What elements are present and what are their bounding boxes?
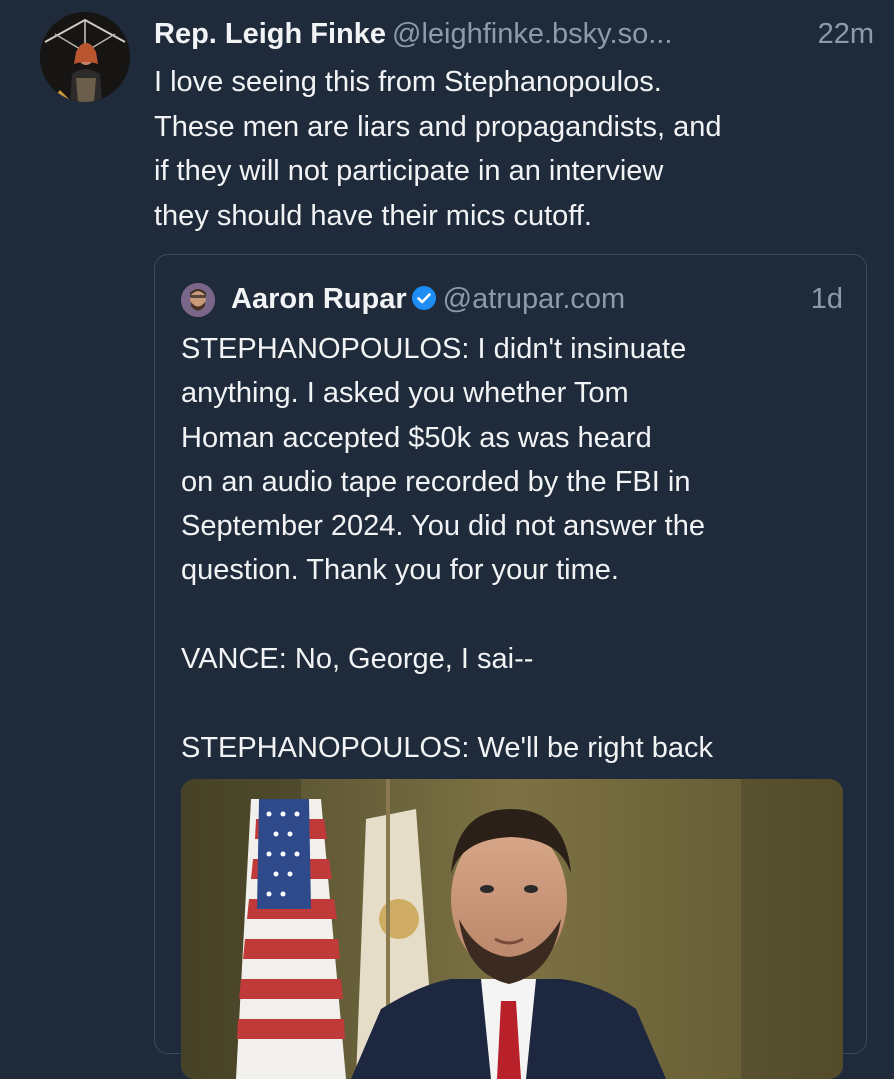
author-avatar[interactable] — [40, 12, 130, 102]
quote-author-handle[interactable]: @atrupar.com — [443, 283, 626, 315]
quote-author-avatar-image — [181, 283, 215, 317]
quote-author-avatar[interactable] — [181, 283, 215, 317]
video-thumbnail-image — [181, 779, 843, 1079]
quote-author-name[interactable]: Aaron Rupar — [231, 283, 407, 315]
quote-timestamp[interactable]: 1d — [811, 279, 843, 319]
post[interactable]: Rep. Leigh Finke @leighfinke.bsky.so... 2… — [0, 0, 894, 1079]
verified-badge-icon — [411, 282, 437, 322]
video-thumbnail[interactable] — [181, 779, 843, 1079]
quote-post[interactable]: Aaron Rupar @atrupar.com 1d STEPHANOPOULO… — [154, 254, 867, 1079]
author-handle[interactable]: @leighfinke.bsky.so... — [392, 18, 672, 50]
post-header: Rep. Leigh Finke @leighfinke.bsky.so... 2… — [154, 14, 874, 54]
post-text: I love seeing this from Stephanopoulos. … — [154, 66, 722, 232]
post-timestamp[interactable]: 22m — [818, 14, 874, 54]
quote-text: STEPHANOPOULOS: I didn't insinuate anyth… — [181, 333, 714, 764]
author-name[interactable]: Rep. Leigh Finke — [154, 18, 386, 50]
author-avatar-image — [40, 12, 130, 102]
quote-header: Aaron Rupar @atrupar.com 1d — [231, 279, 843, 319]
